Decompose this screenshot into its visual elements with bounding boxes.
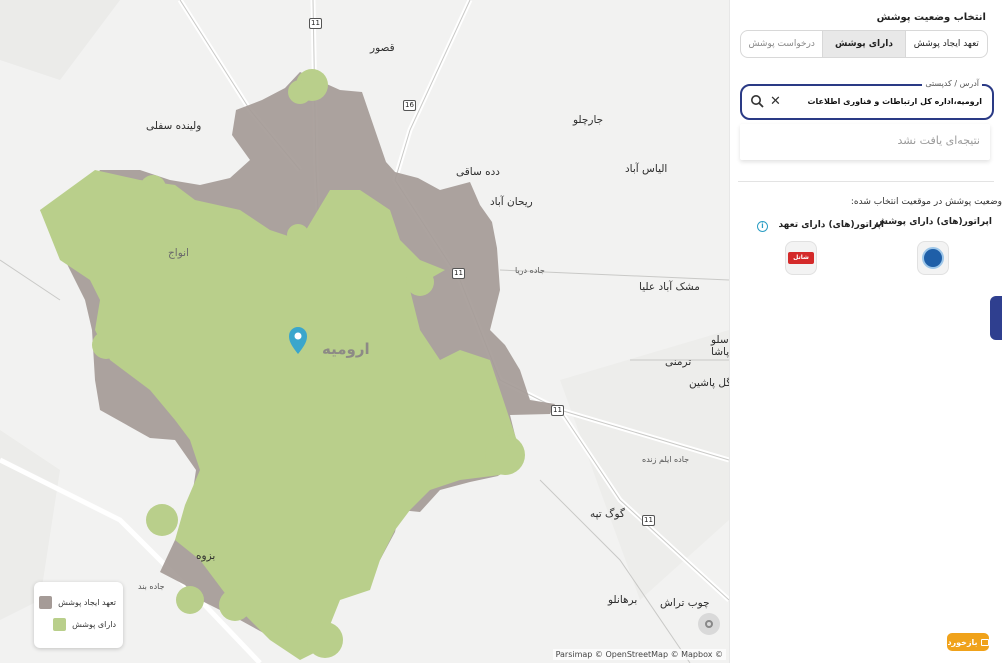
no-result-message: نتیجه‌ای یافت نشد — [897, 134, 980, 147]
road-label: جاده بند — [138, 582, 165, 591]
covered-operator-logo — [917, 241, 949, 275]
map-view[interactable]: قصور جارچلو ولینده سفلی الیاس آباد دده س… — [0, 0, 729, 663]
road-shield: 11 — [452, 268, 465, 279]
shatel-logo: شاتل — [788, 252, 814, 264]
coverage-panel: انتخاب وضعیت پوشش تعهد ایجاد پوشش دارای … — [729, 0, 1002, 663]
legend-label-committed: تعهد ایجاد پوشش — [58, 597, 116, 607]
coverage-status-title: وضعیت پوشش در موقعیت انتخاب شده: — [850, 197, 1002, 207]
search-input-label: آدرس / کدپستی — [922, 79, 982, 88]
map-legend: تعهد ایجاد پوشش دارای پوشش — [34, 582, 123, 648]
tab-covered[interactable]: دارای پوشش — [822, 31, 905, 57]
road-label: جاده ایلم زنده — [642, 455, 690, 464]
address-search-input[interactable]: آدرس / کدپستی ارومیه،اداره کل ارتباطات و… — [740, 79, 994, 120]
road-shield: 11 — [551, 405, 564, 416]
search-icon[interactable] — [750, 94, 764, 108]
map-label-qasur: قصور — [370, 42, 395, 54]
map-label-meshkabad-olya: مشک آباد علیا — [639, 281, 700, 293]
map-label-dadeh-saqi: دده ساقی — [456, 166, 500, 178]
info-icon[interactable]: i — [757, 221, 768, 232]
feedback-button[interactable]: بازخورد — [947, 633, 989, 651]
panel-title: انتخاب وضعیت پوشش — [876, 12, 986, 23]
map-city-label: ارومیه — [322, 340, 370, 358]
legend-swatch-committed — [39, 595, 53, 609]
map-label-valindeh-sofla: ولینده سفلی — [146, 120, 202, 132]
map-label-reyhan-abad: ریحان آباد — [490, 196, 533, 208]
map-label-tarmani: ترمنی — [665, 356, 692, 368]
operator-logo-icon — [922, 247, 944, 269]
covered-operators-heading: اپراتور(های) دارای پوشش — [875, 217, 992, 227]
road-label: جاده دریا — [515, 266, 545, 275]
map-label-gog-tappeh: گوگ تپه — [590, 508, 625, 520]
legend-item-covered: دارای پوشش — [41, 613, 116, 635]
map-label-pasha: پاشا — [711, 346, 729, 358]
map-canvas[interactable] — [0, 0, 729, 663]
map-label-anvaj: انواج — [168, 247, 189, 259]
search-input-value[interactable]: ارومیه،اداره کل ارتباطات و فناوری اطلاعا… — [807, 97, 982, 106]
side-drawer-handle[interactable] — [990, 296, 1002, 340]
coverage-tabs: تعهد ایجاد پوشش دارای پوشش درخواست پوشش — [740, 30, 988, 58]
road-shield: 11 — [642, 515, 655, 526]
map-label-barzeh: بزوه — [196, 550, 216, 562]
tab-request[interactable]: درخواست پوشش — [741, 31, 822, 57]
committed-operator-logo: شاتل — [785, 241, 817, 275]
map-attribution[interactable]: Parsimap © OpenStreetMap © Mapbox © — [552, 649, 726, 660]
map-label-gol-pashin: گل پاشین — [689, 377, 729, 389]
map-label-jarchelu: جارچلو — [573, 114, 604, 126]
map-label-selu: سلو — [711, 334, 729, 346]
road-shield: 11 — [309, 18, 322, 29]
road-shield: 16 — [403, 100, 416, 111]
map-label-borhanlu: برهانلو — [608, 594, 638, 606]
locate-icon — [705, 620, 713, 628]
legend-swatch-covered — [53, 617, 67, 631]
map-label-ilias-abad: الیاس آباد — [625, 163, 668, 175]
search-results-dropdown: نتیجه‌ای یافت نشد — [740, 124, 990, 160]
legend-item-committed: تعهد ایجاد پوشش — [39, 591, 116, 613]
committed-operators-heading: اپراتور(های) دارای تعهد — [778, 220, 884, 230]
app-root: قصور جارچلو ولینده سفلی الیاس آباد دده س… — [0, 0, 1002, 663]
feedback-icon — [980, 638, 989, 646]
map-label-chub-tarash: چوب تراش — [660, 597, 710, 609]
close-icon[interactable]: ✕ — [770, 94, 781, 109]
legend-label-covered: دارای پوشش — [72, 619, 116, 629]
section-divider — [738, 181, 994, 182]
locate-button[interactable] — [698, 613, 720, 635]
feedback-label: بازخورد — [947, 637, 978, 647]
tab-committed[interactable]: تعهد ایجاد پوشش — [904, 31, 987, 57]
